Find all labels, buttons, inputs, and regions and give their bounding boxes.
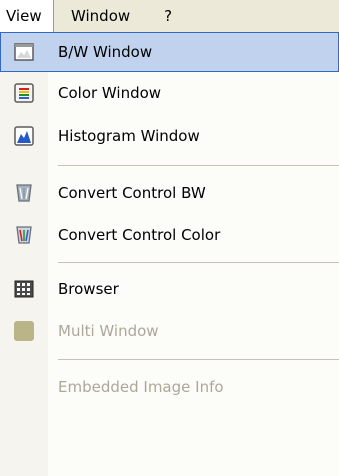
color-window-icon	[14, 83, 34, 103]
menu-item-convert-control-color[interactable]: Convert Control Color	[0, 214, 339, 256]
menu-item-multi-window[interactable]: Multi Window	[0, 310, 339, 352]
menu-item-browser[interactable]: Browser	[0, 268, 339, 310]
menu-item-label: Browser	[58, 280, 119, 298]
menu-item-bw-window[interactable]: B/W Window	[0, 32, 339, 72]
histogram-window-icon	[14, 126, 34, 146]
menu-item-embedded-image-info[interactable]: Embedded Image Info	[0, 366, 339, 408]
menu-window[interactable]: Window	[54, 0, 130, 32]
view-dropdown-menu: B/W Window Color Window Histogram Window…	[0, 32, 339, 476]
menu-item-label: Color Window	[58, 84, 162, 102]
menu-separator	[58, 165, 339, 166]
menu-item-label: B/W Window	[58, 43, 153, 61]
menu-item-histogram-window[interactable]: Histogram Window	[0, 114, 339, 158]
menu-help[interactable]: ?	[130, 0, 172, 32]
menu-view[interactable]: View	[0, 0, 54, 32]
menu-item-label: Histogram Window	[58, 127, 200, 145]
convert-control-bw-icon	[16, 184, 32, 202]
menu-bar: View Window ?	[0, 0, 339, 32]
menu-item-label: Convert Control Color	[58, 226, 221, 244]
menu-item-label: Multi Window	[58, 322, 159, 340]
multi-window-icon	[14, 321, 34, 341]
menu-item-convert-control-bw[interactable]: Convert Control BW	[0, 172, 339, 214]
menu-item-color-window[interactable]: Color Window	[0, 72, 339, 114]
browser-icon	[14, 280, 34, 298]
menu-item-label: Embedded Image Info	[58, 378, 224, 396]
menu-item-label: Convert Control BW	[58, 184, 206, 202]
bw-window-icon	[14, 43, 34, 61]
menu-separator	[58, 359, 339, 360]
menu-separator	[58, 262, 339, 263]
convert-control-color-icon	[16, 226, 32, 244]
